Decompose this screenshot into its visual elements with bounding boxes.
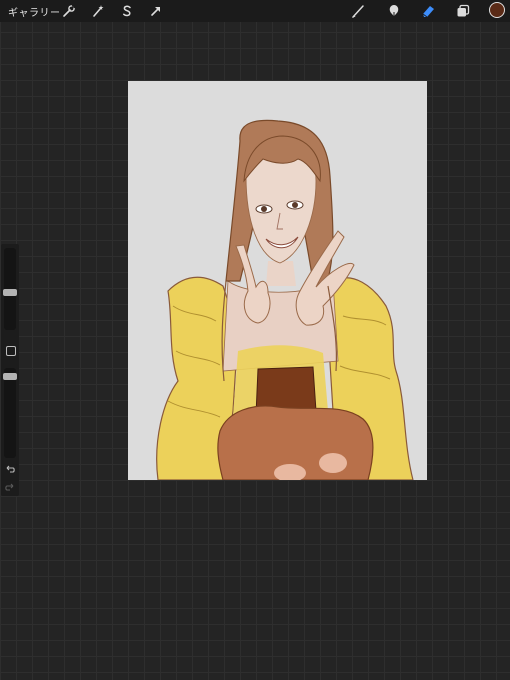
opacity-slider[interactable]	[3, 368, 17, 458]
wrench-icon[interactable]	[61, 3, 77, 19]
brush-icon[interactable]	[350, 3, 366, 19]
redo-arrow-icon[interactable]	[4, 481, 16, 493]
brush-size-slider-handle[interactable]	[3, 289, 17, 296]
arrow-cursor-icon[interactable]	[148, 3, 164, 19]
selection-s-icon[interactable]	[119, 3, 135, 19]
eraser-icon[interactable]	[420, 3, 436, 19]
layers-icon[interactable]	[455, 3, 471, 19]
color-picker-button[interactable]	[489, 2, 505, 18]
opacity-slider-handle[interactable]	[3, 373, 17, 380]
undo-arrow-icon[interactable]	[4, 463, 16, 475]
square-modify-icon[interactable]	[6, 346, 16, 356]
drawing-canvas[interactable]	[128, 81, 427, 480]
gallery-button[interactable]: ギャラリー	[8, 4, 61, 19]
artwork-sketch	[128, 81, 427, 480]
brush-size-slider[interactable]	[3, 248, 17, 330]
top-toolbar: ギャラリー	[0, 0, 510, 22]
left-sidebar	[1, 244, 19, 496]
smudge-icon[interactable]	[386, 3, 402, 19]
magic-wand-icon[interactable]	[90, 3, 106, 19]
